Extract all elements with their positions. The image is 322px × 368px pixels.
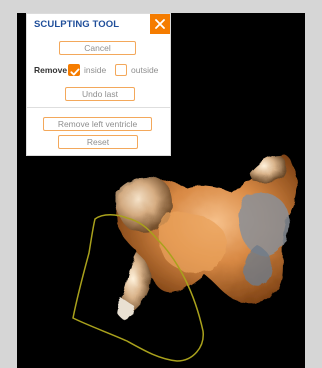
close-button[interactable] — [150, 14, 170, 34]
inside-checkbox[interactable] — [68, 64, 80, 76]
cancel-button[interactable]: Cancel — [59, 41, 136, 55]
outside-label: outside — [131, 65, 159, 75]
panel-title: SCULPTING TOOL — [34, 19, 120, 30]
checkmark-icon — [70, 68, 80, 76]
undo-last-button[interactable]: Undo last — [65, 87, 135, 101]
reset-button[interactable]: Reset — [58, 135, 138, 149]
close-icon — [155, 19, 165, 29]
remove-label: Remove — [34, 65, 68, 75]
panel-divider — [27, 107, 170, 108]
outside-checkbox[interactable] — [115, 64, 127, 76]
heart-model — [115, 154, 298, 320]
inside-label: inside — [84, 65, 107, 75]
remove-options-row: Remove inside outside — [34, 64, 169, 78]
remove-left-ventricle-button[interactable]: Remove left ventricle — [43, 117, 152, 131]
sculpting-tool-panel: SCULPTING TOOL Cancel Remove inside outs… — [26, 13, 171, 156]
